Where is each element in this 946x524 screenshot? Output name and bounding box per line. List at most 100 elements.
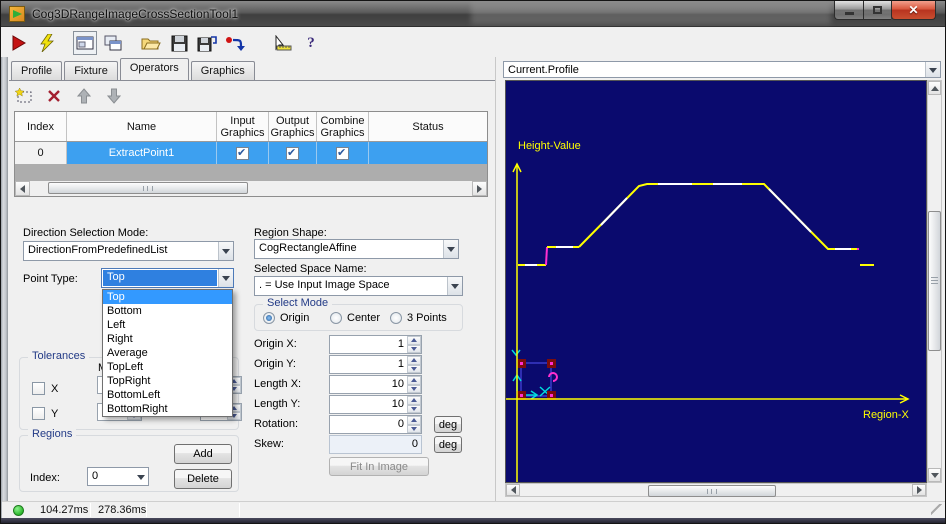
point-type-option-bottom[interactable]: Bottom [103, 304, 232, 318]
deg-button[interactable]: deg [434, 436, 462, 453]
grid-hscrollbar[interactable] [15, 181, 487, 196]
spin-up-icon[interactable] [407, 376, 421, 385]
column-header-index[interactable]: Index [15, 112, 67, 141]
cell-index[interactable]: 0 [15, 142, 67, 164]
scroll-up-icon[interactable] [928, 81, 941, 95]
field-spin-rotation[interactable]: 0 [329, 415, 422, 434]
tab-operators[interactable]: Operators [119, 58, 189, 80]
point-type-combo[interactable]: Top [101, 268, 234, 288]
radio-dot[interactable] [390, 312, 402, 324]
chevron-down-icon[interactable] [443, 240, 458, 258]
run-button[interactable] [7, 31, 31, 55]
minimize-button[interactable] [834, 1, 863, 20]
add-region-button[interactable]: Add [174, 444, 232, 464]
column-header-name[interactable]: Name [67, 112, 217, 141]
close-button[interactable]: ✕ [891, 1, 936, 20]
point-type-option-topright[interactable]: TopRight [103, 374, 232, 388]
input-graphics-checkbox[interactable] [236, 146, 249, 160]
point-type-option-right[interactable]: Right [103, 332, 232, 346]
region-index-combo[interactable]: 0 [87, 467, 149, 486]
spin-up-icon[interactable] [407, 396, 421, 405]
direction-mode-combo[interactable]: DirectionFromPredefinedList [23, 241, 234, 261]
column-header-combine-graphics[interactable]: Combine Graphics [317, 112, 369, 141]
left-splitter[interactable] [1, 57, 8, 518]
tool-display-toggle[interactable] [73, 31, 97, 55]
tab-graphics[interactable]: Graphics [190, 61, 255, 80]
move-up-button[interactable] [73, 86, 95, 106]
scroll-left-icon[interactable] [506, 484, 520, 496]
spin-up-icon[interactable] [407, 356, 421, 365]
help-button[interactable]: ? [299, 31, 323, 55]
resize-grip[interactable] [931, 504, 943, 516]
chevron-down-icon[interactable] [218, 242, 233, 260]
fit-in-image-button[interactable]: Fit In Image [329, 457, 429, 476]
column-header-output-graphics[interactable]: Output Graphics [269, 112, 317, 141]
radio-3-points[interactable]: 3 Points [390, 312, 447, 324]
scroll-down-icon[interactable] [928, 468, 941, 482]
deg-button[interactable]: deg [434, 416, 462, 433]
combine-graphics-checkbox[interactable] [336, 146, 349, 160]
display-vscroll-thumb[interactable] [928, 211, 941, 351]
display-source-combo[interactable]: Current.Profile [503, 61, 941, 78]
column-header-input-graphics[interactable]: Input Graphics [217, 112, 269, 141]
field-spin-length-y[interactable]: 10 [329, 395, 422, 414]
display-hscroll-thumb[interactable] [648, 485, 776, 497]
point-type-listbox[interactable]: Top Bottom Left Right Average TopLeft TopRight… [102, 289, 233, 417]
spin-down-icon[interactable] [407, 404, 421, 413]
point-type-option-top[interactable]: Top [103, 290, 232, 304]
tolerance-x-checkbox[interactable] [32, 382, 45, 395]
space-name-combo[interactable]: . = Use Input Image Space [254, 276, 463, 296]
spin-down-icon[interactable] [407, 364, 421, 373]
spin-up-icon[interactable] [407, 336, 421, 345]
cell-output-graphics[interactable] [269, 142, 317, 164]
chevron-down-icon[interactable] [133, 468, 148, 485]
cell-status[interactable] [369, 142, 487, 164]
title-bar[interactable]: Cog3DRangeImageCrossSectionTool1 ✕ [1, 1, 945, 27]
field-spin-origin-y[interactable]: 1 [329, 355, 422, 374]
save-as-button[interactable] [195, 31, 219, 55]
output-graphics-checkbox[interactable] [286, 146, 299, 160]
chevron-down-icon[interactable] [925, 62, 940, 77]
field-spin-origin-x[interactable]: 1 [329, 335, 422, 354]
field-spin-length-x[interactable]: 10 [329, 375, 422, 394]
region-shape-combo[interactable]: CogRectangleAffine [254, 239, 459, 259]
point-type-option-bottomright[interactable]: BottomRight [103, 402, 232, 416]
spin-up-icon[interactable] [407, 416, 421, 425]
column-header-status[interactable]: Status [369, 112, 487, 141]
chevron-down-icon[interactable] [218, 269, 233, 287]
add-operator-button[interactable] [13, 86, 35, 106]
radio-dot[interactable] [263, 312, 275, 324]
delete-operator-button[interactable] [43, 86, 65, 106]
spin-down-icon[interactable] [407, 384, 421, 393]
electrode-button[interactable] [271, 31, 295, 55]
region-marker[interactable] [511, 349, 558, 400]
point-type-option-left[interactable]: Left [103, 318, 232, 332]
point-type-option-average[interactable]: Average [103, 346, 232, 360]
spin-down-icon[interactable] [407, 344, 421, 353]
display-hscrollbar[interactable] [505, 483, 927, 497]
cell-input-graphics[interactable] [217, 142, 269, 164]
scroll-right-icon[interactable] [912, 484, 926, 496]
point-type-option-topleft[interactable]: TopLeft [103, 360, 232, 374]
radio-dot[interactable] [330, 312, 342, 324]
save-button[interactable] [167, 31, 191, 55]
grid-scroll-thumb[interactable] [48, 182, 248, 194]
radio-origin[interactable]: Origin [263, 312, 309, 324]
point-type-option-bottomleft[interactable]: BottomLeft [103, 388, 232, 402]
grid-row-extractpoint1[interactable]: 0 ExtractPoint1 [15, 142, 487, 164]
chevron-down-icon[interactable] [447, 277, 462, 295]
reset-button[interactable] [223, 31, 247, 55]
display-vscrollbar[interactable] [927, 80, 942, 483]
run-continuous-button[interactable] [35, 31, 59, 55]
open-button[interactable] [139, 31, 163, 55]
maximize-button[interactable] [863, 1, 891, 20]
scroll-left-icon[interactable] [15, 181, 30, 196]
float-results-button[interactable] [101, 31, 125, 55]
scroll-right-icon[interactable] [472, 181, 487, 196]
tolerance-y-checkbox[interactable] [32, 407, 45, 420]
delete-region-button[interactable]: Delete [174, 469, 232, 489]
tab-fixture[interactable]: Fixture [64, 61, 118, 80]
cell-combine-graphics[interactable] [317, 142, 369, 164]
radio-center[interactable]: Center [330, 312, 380, 324]
tab-profile[interactable]: Profile [11, 61, 63, 80]
